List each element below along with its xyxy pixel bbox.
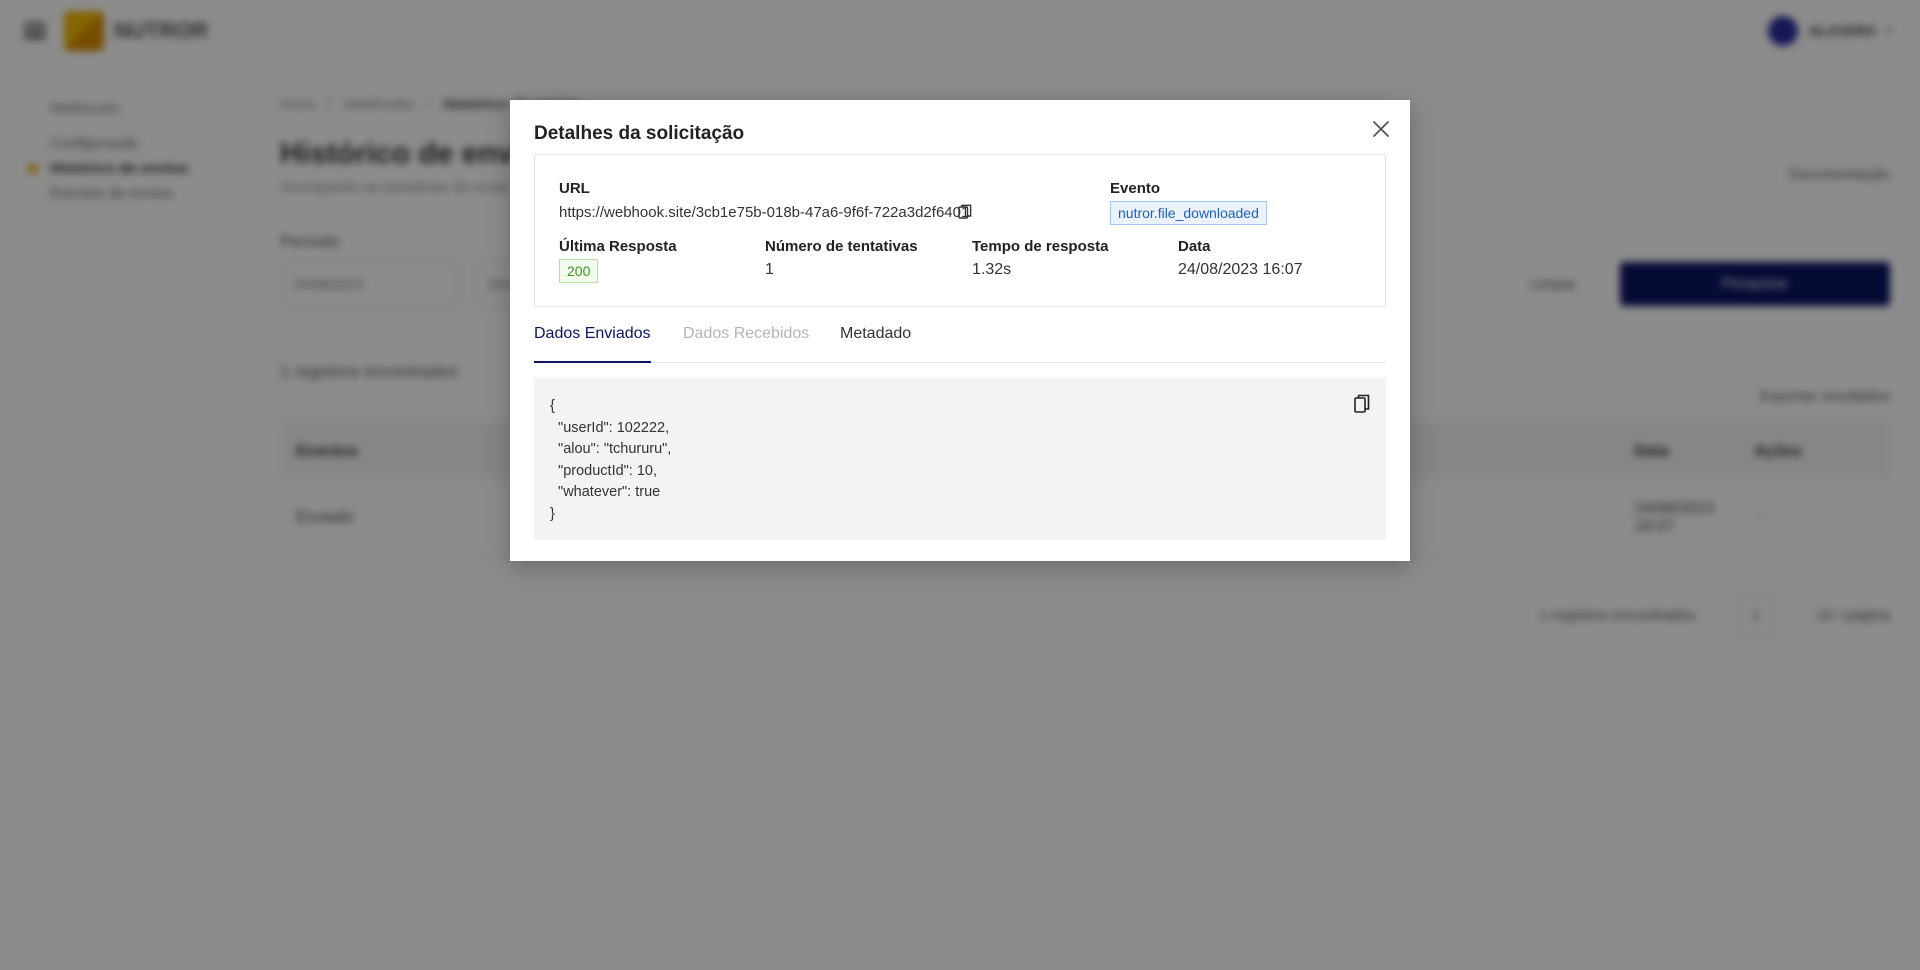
status-badge: 200 <box>559 259 599 283</box>
close-icon[interactable] <box>1370 118 1392 140</box>
tab-metadado[interactable]: Metadado <box>840 325 911 343</box>
payload-tabs: Dados Enviados Dados Recebidos Metadado <box>534 307 1386 363</box>
copy-icon[interactable] <box>1354 394 1370 414</box>
tab-dados-enviados[interactable]: Dados Enviados <box>534 325 651 343</box>
last-response-label: Última Resposta <box>559 238 677 255</box>
url-label: URL <box>559 180 590 197</box>
modal-title: Detalhes da solicitação <box>534 123 745 144</box>
attempts-label: Número de tentativas <box>765 238 918 255</box>
request-details-modal: Detalhes da solicitação URL https://webh… <box>510 100 1410 561</box>
copy-icon[interactable] <box>958 204 972 220</box>
attempts-value: 1 <box>765 261 774 278</box>
date-label: Data <box>1178 238 1211 255</box>
url-value: https://webhook.site/3cb1e75b-018b-47a6-… <box>559 204 970 221</box>
event-label: Evento <box>1110 180 1161 197</box>
tab-dados-recebidos: Dados Recebidos <box>683 325 810 342</box>
event-tag: nutror.file_downloaded <box>1110 201 1267 225</box>
request-info-card: URL https://webhook.site/3cb1e75b-018b-4… <box>534 154 1386 307</box>
date-value: 24/08/2023 16:07 <box>1178 261 1303 278</box>
active-tab-indicator <box>534 361 651 363</box>
payload-json: { "userId": 102222, "alou": "tchururu", … <box>550 398 672 522</box>
response-time-value: 1.32s <box>972 261 1012 278</box>
response-time-label: Tempo de resposta <box>972 238 1109 255</box>
payload-code-block: { "userId": 102222, "alou": "tchururu", … <box>534 378 1386 540</box>
